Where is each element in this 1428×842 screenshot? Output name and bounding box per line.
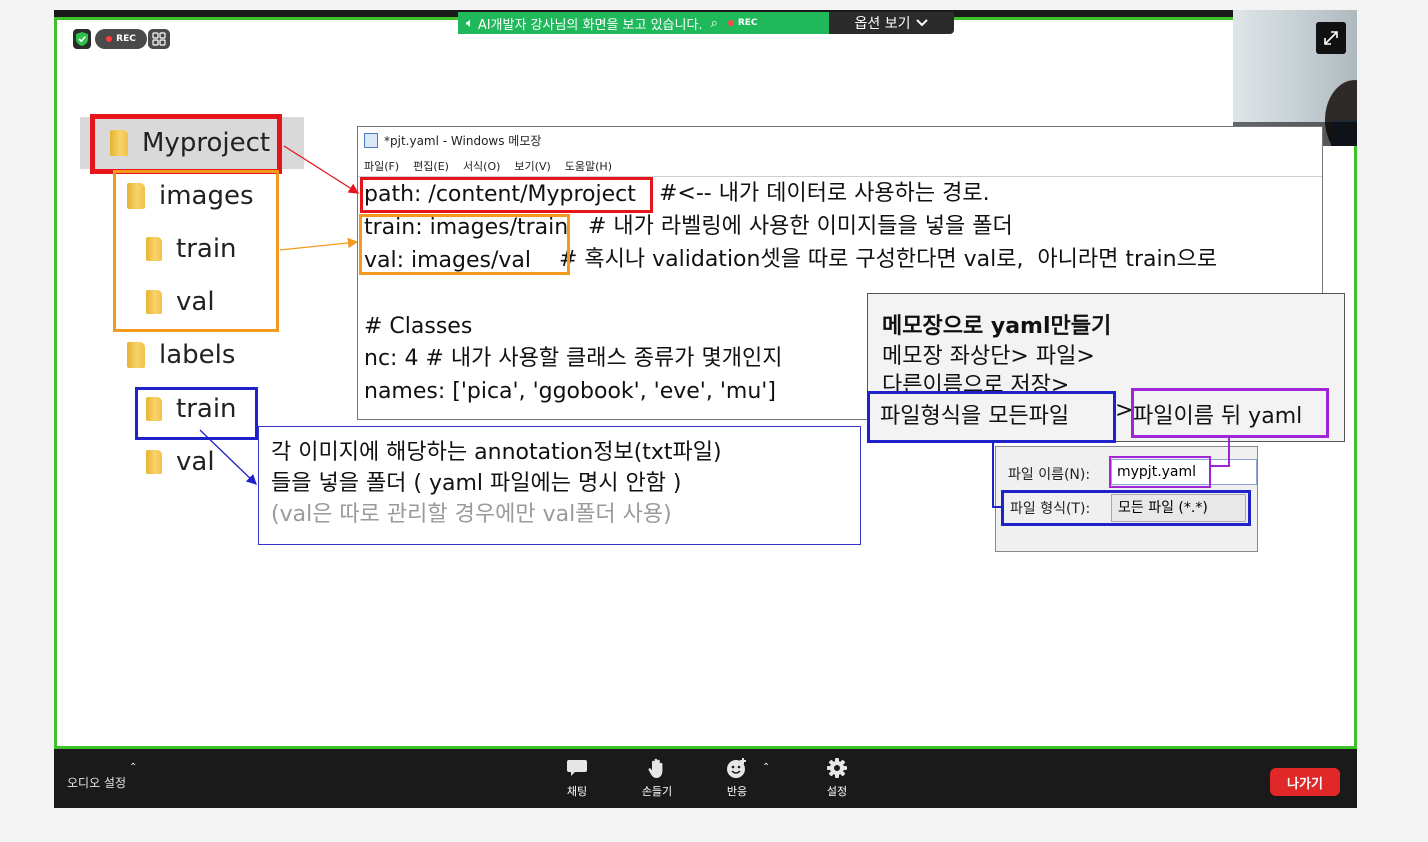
highlight-box-images bbox=[113, 170, 279, 332]
emoji-add-icon bbox=[727, 758, 746, 778]
highlight-box-filename-input bbox=[1109, 456, 1211, 488]
notepad-title-bar: *pjt.yaml - Windows 메모장 bbox=[364, 132, 541, 149]
rec-label: REC bbox=[116, 34, 136, 44]
reactions-label: 반응 bbox=[726, 785, 748, 798]
share-banner-text: AI개발자 강사님의 화면을 보고 있습니다. bbox=[477, 17, 703, 33]
settings-label: 설정 bbox=[826, 785, 848, 798]
folder-icon bbox=[127, 342, 145, 368]
notepad-icon bbox=[364, 133, 378, 148]
screen-share-banner: 🔈︎ AI개발자 강사님의 화면을 보고 있습니다. ⌕ REC bbox=[458, 12, 829, 34]
yaml-classes-comment[interactable]: # Classes bbox=[364, 314, 472, 340]
raise-hand-label: 손들기 bbox=[641, 785, 673, 798]
banner-rec-label: REC bbox=[737, 18, 758, 28]
yaml-path-comment[interactable]: #<-- 내가 데이터로 사용하는 경로. bbox=[659, 181, 990, 207]
recording-badge[interactable]: REC bbox=[95, 29, 147, 49]
highlight-box-filetype-step bbox=[867, 391, 1116, 443]
speaker-icon: 🔈︎ bbox=[466, 15, 474, 31]
menu-help[interactable]: 도움말(H) bbox=[565, 158, 612, 174]
chevron-up-icon[interactable]: ⌃ bbox=[129, 762, 137, 773]
yaml-howto-title: 메모장으로 yaml만들기 bbox=[882, 314, 1112, 339]
record-dot-icon bbox=[727, 20, 734, 26]
gear-icon bbox=[827, 758, 847, 778]
folder-icon bbox=[146, 450, 162, 474]
highlight-box-train-val bbox=[359, 214, 570, 275]
folder-label: labels bbox=[159, 340, 236, 370]
meeting-toolbar bbox=[54, 750, 1357, 808]
annotation-line-1: 각 이미지에 해당하는 annotation정보(txt파일) bbox=[271, 440, 722, 465]
folder-labels-val[interactable]: val bbox=[146, 444, 215, 480]
notepad-menu-bar: 파일(F) 편집(E) 서식(O) 보기(V) 도움말(H) bbox=[364, 158, 612, 174]
highlight-box-filename-step bbox=[1131, 388, 1329, 438]
view-options-button[interactable]: 옵션 보기 bbox=[829, 12, 954, 34]
chevron-up-icon[interactable]: ⌃ bbox=[762, 762, 770, 773]
yaml-names-line[interactable]: names: ['pica', 'ggobook', 'eve', 'mu'] bbox=[364, 379, 776, 405]
folder-label: val bbox=[176, 447, 215, 477]
menu-format[interactable]: 서식(O) bbox=[463, 158, 500, 174]
highlight-box-root bbox=[90, 114, 282, 174]
menu-edit[interactable]: 편집(E) bbox=[413, 158, 449, 174]
filename-label: 파일 이름(N): bbox=[1008, 467, 1091, 483]
yaml-howto-step1: 메모장 좌상단> 파일> bbox=[882, 344, 1095, 369]
shield-icon[interactable] bbox=[73, 29, 91, 49]
folder-labels[interactable]: labels bbox=[127, 337, 235, 373]
audio-settings-button[interactable]: 오디오 설정 bbox=[67, 774, 126, 791]
highlight-box-filetype-select bbox=[1001, 490, 1251, 526]
chat-button[interactable]: 채팅 bbox=[547, 757, 607, 799]
highlight-box-labels-train bbox=[135, 387, 258, 440]
highlight-box-path bbox=[360, 177, 653, 213]
grid-view-icon[interactable] bbox=[148, 29, 170, 49]
menu-view[interactable]: 보기(V) bbox=[514, 158, 550, 174]
annotation-line-2: 들을 넣을 폴더 ( yaml 파일에는 명시 안함 ) bbox=[271, 471, 682, 496]
leave-button[interactable]: 나가기 bbox=[1270, 768, 1340, 796]
hand-icon bbox=[648, 758, 663, 778]
chevron-down-icon bbox=[916, 19, 928, 27]
raise-hand-button[interactable]: 손들기 bbox=[627, 757, 687, 799]
view-options-label: 옵션 보기 bbox=[854, 16, 911, 32]
notepad-title: *pjt.yaml - Windows 메모장 bbox=[384, 134, 542, 148]
annotation-line-3: (val은 따로 관리할 경우에만 val폴더 사용) bbox=[271, 502, 672, 527]
chat-icon bbox=[567, 760, 587, 776]
expand-icon[interactable] bbox=[1316, 22, 1346, 54]
mic-off-icon: ⌕ bbox=[710, 15, 718, 31]
yaml-val-comment[interactable]: # 혹시나 validation셋을 따로 구성한다면 val로, 아니라면 t… bbox=[559, 247, 1217, 273]
settings-button[interactable]: 설정 bbox=[807, 757, 867, 799]
yaml-train-comment[interactable]: # 내가 라벨링에 사용한 이미지들을 넣을 폴더 bbox=[588, 214, 1013, 240]
reactions-button[interactable]: 반응 bbox=[707, 757, 767, 799]
record-dot-icon bbox=[106, 36, 113, 42]
yaml-nc-line[interactable]: nc: 4 # 내가 사용할 클래스 종류가 몇개인지 bbox=[364, 346, 782, 372]
chat-label: 채팅 bbox=[566, 785, 588, 798]
menu-file[interactable]: 파일(F) bbox=[364, 158, 399, 174]
